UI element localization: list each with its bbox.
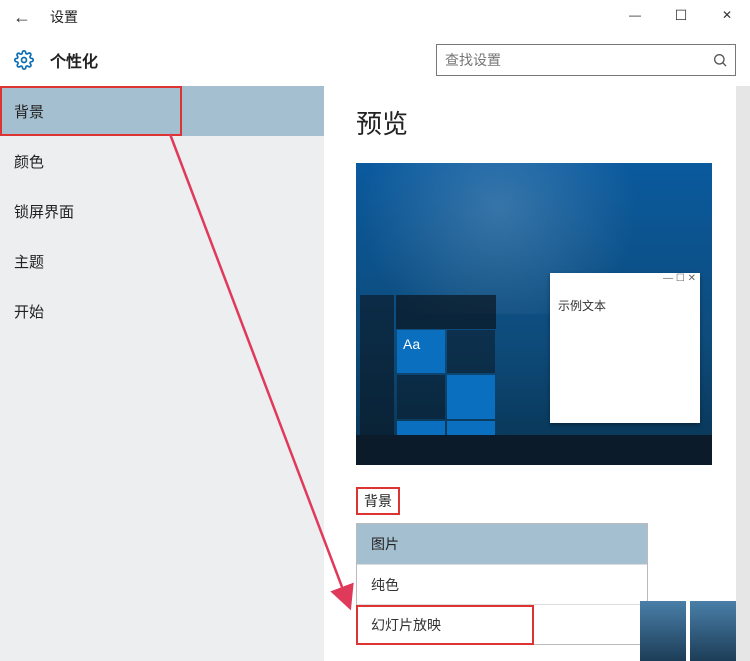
- preview-heading: 预览: [356, 104, 726, 141]
- minimize-button[interactable]: —: [612, 0, 658, 30]
- preview-tile-aa: Aa: [403, 336, 420, 352]
- search-input[interactable]: [437, 52, 705, 68]
- sidebar-item-label: 颜色: [14, 151, 44, 172]
- background-section-label: 背景: [356, 487, 400, 515]
- back-arrow-icon: ←: [13, 7, 31, 28]
- close-button[interactable]: ✕: [704, 0, 750, 30]
- background-type-dropdown[interactable]: 图片 纯色 幻灯片放映: [356, 523, 648, 645]
- preview-sample-window: — ☐ ✕ 示例文本: [550, 273, 700, 423]
- search-icon[interactable]: [705, 52, 735, 68]
- page-title: 个性化: [50, 48, 98, 72]
- sidebar-item-lockscreen[interactable]: 锁屏界面: [0, 186, 324, 236]
- sidebar-item-start[interactable]: 开始: [0, 286, 324, 336]
- wallpaper-thumb[interactable]: [690, 601, 736, 661]
- sidebar-item-colors[interactable]: 颜色: [0, 136, 324, 186]
- dropdown-option-label: 图片: [371, 534, 399, 554]
- vertical-scrollbar[interactable]: [736, 86, 750, 661]
- preview-tile: Aa: [397, 330, 445, 373]
- wallpaper-thumb[interactable]: [640, 601, 686, 661]
- sidebar-item-background[interactable]: 背景: [0, 86, 324, 136]
- gear-icon: [14, 50, 34, 70]
- dropdown-option-slideshow[interactable]: 幻灯片放映: [357, 604, 647, 644]
- main-layout: 背景 颜色 锁屏界面 主题 开始 预览 Aa: [0, 86, 750, 661]
- close-icon: ✕: [722, 8, 732, 22]
- maximize-button[interactable]: ☐: [658, 0, 704, 30]
- sidebar-item-label: 背景: [14, 101, 44, 122]
- sidebar-item-themes[interactable]: 主题: [0, 236, 324, 286]
- desktop-preview: Aa — ☐ ✕ 示例文本: [356, 163, 712, 465]
- preview-window-controls: — ☐ ✕: [550, 273, 700, 291]
- preview-sample-text: 示例文本: [550, 291, 700, 320]
- preview-start-header: [396, 295, 496, 329]
- app-title: 设置: [50, 7, 78, 27]
- preview-tile: [447, 375, 495, 418]
- maximize-icon: ☐: [675, 7, 688, 24]
- thumbnail-strip: [636, 601, 736, 661]
- content-area: 预览 Aa — ☐ ✕ 示例文本: [324, 86, 750, 661]
- sidebar-item-label: 主题: [14, 251, 44, 272]
- preview-tile: [397, 375, 445, 418]
- sidebar: 背景 颜色 锁屏界面 主题 开始: [0, 86, 324, 661]
- dropdown-option-label: 幻灯片放映: [371, 615, 441, 635]
- search-box[interactable]: [436, 44, 736, 76]
- dropdown-option-solid[interactable]: 纯色: [357, 564, 647, 604]
- sidebar-item-label: 开始: [14, 301, 44, 322]
- title-bar: ← 设置 — ☐ ✕: [0, 0, 750, 34]
- dropdown-option-picture[interactable]: 图片: [357, 524, 647, 564]
- window-controls: — ☐ ✕: [612, 0, 750, 30]
- dropdown-option-label: 纯色: [371, 575, 399, 595]
- back-button[interactable]: ←: [0, 0, 44, 34]
- minimize-icon: —: [629, 8, 641, 22]
- preview-taskbar: [356, 435, 712, 465]
- sidebar-item-label: 锁屏界面: [14, 201, 74, 222]
- preview-tile: [447, 330, 495, 373]
